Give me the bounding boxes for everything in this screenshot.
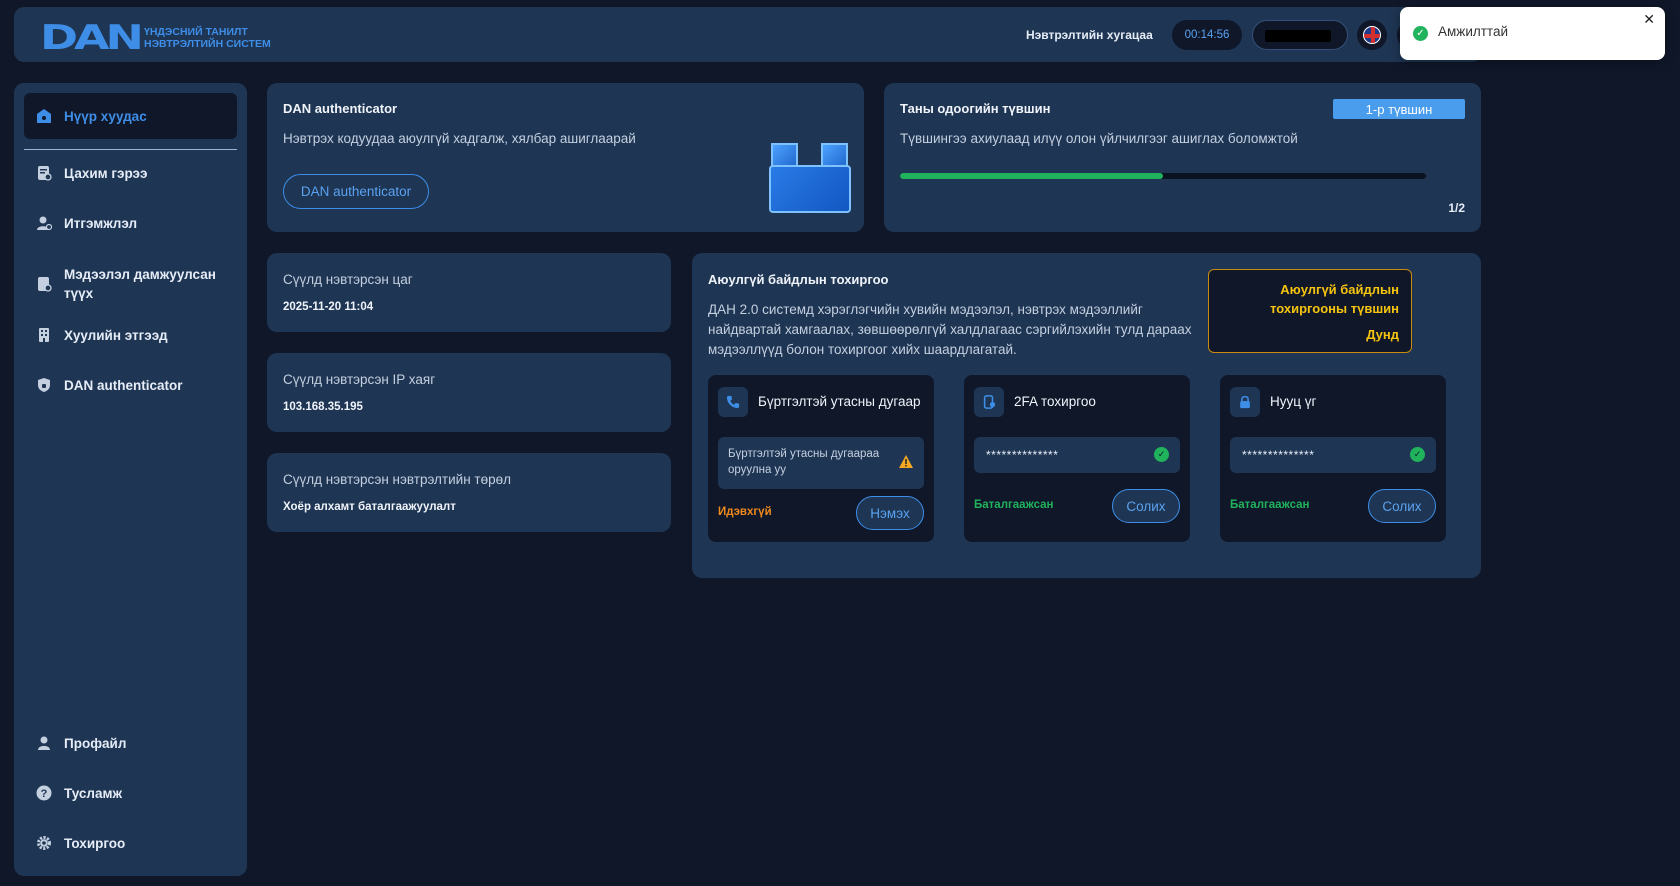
authenticator-box-illustration [769, 143, 851, 213]
add-phone-button[interactable]: Нэмэх [856, 496, 924, 530]
dan-authenticator-button[interactable]: DAN authenticator [283, 174, 429, 209]
level-card-title: Таны одоогийн түвшин [900, 101, 1051, 116]
language-button[interactable] [1357, 20, 1387, 50]
phone-status: Идэвхгүй [718, 506, 772, 518]
sidebar-item-legal-entity[interactable]: Хуулийн этгээд [24, 327, 237, 343]
last-login-type-card: Сүүлд нэвтэрсэн нэвтрэлтийн төрөл Хоёр а… [267, 453, 671, 532]
sidebar-item-settings[interactable]: Тохиргоо [24, 835, 237, 851]
toast-message: Амжилттай [1438, 24, 1508, 39]
security-level-label-1: Аюулгүй байдлын [1280, 282, 1399, 297]
phone-card-title: Бүртгэлтэй утасны дугаар [758, 394, 921, 409]
last-login-type-value: Хоёр алхамт баталгаажуулалт [283, 501, 456, 513]
home-icon [36, 108, 52, 124]
authenticator-card-title: DAN authenticator [283, 101, 398, 116]
change-twofa-button[interactable]: Солих [1112, 489, 1180, 523]
device-icon [974, 387, 1004, 417]
last-login-time-card: Сүүлд нэвтэрсэн цаг 2025-11-20 11:04 [267, 253, 671, 332]
gear-icon [36, 835, 52, 851]
help-icon: ? [36, 785, 52, 801]
level-card: Таны одоогийн түвшин 1-р түвшин Түвшингэ… [884, 83, 1481, 232]
uk-flag-icon [1363, 26, 1381, 44]
last-login-type-label: Сүүлд нэвтэрсэн нэвтрэлтийн төрөл [283, 472, 511, 487]
last-login-time-label: Сүүлд нэвтэрсэн цаг [283, 272, 413, 287]
password-field: ************** ✓ [1230, 437, 1436, 473]
twofa-card-title: 2FA тохиргоо [1014, 394, 1096, 409]
svg-text:?: ? [41, 788, 48, 800]
sidebar-item-help[interactable]: ? Тусламж [24, 785, 237, 801]
sidebar-item-proxy[interactable]: Итгэмжлэл [24, 215, 237, 231]
warning-icon [899, 455, 913, 468]
level-badge: 1-р түвшин [1333, 99, 1465, 119]
authenticator-card: DAN authenticator Нэвтрэх кодуудаа аюулг… [267, 83, 864, 232]
phone-input[interactable]: Бүртгэлтэй утасны дугаараа оруулна уу [718, 437, 924, 489]
success-toast: ✓ Амжилттай ✕ [1400, 7, 1665, 60]
sidebar-item-label: Профайл [64, 735, 127, 751]
password-card: Нууц үг ************** ✓ Баталгаажсан Со… [1220, 375, 1446, 542]
success-check-icon: ✓ [1413, 26, 1428, 41]
security-level-box: Аюулгүй байдлын тохиргооны түвшин Дунд [1208, 269, 1412, 353]
phone-card: Бүртгэлтэй утасны дугаар Бүртгэлтэй утас… [708, 375, 934, 542]
level-card-subtitle: Түвшингээ ахиулаад илүү олон үйлчилгээг … [900, 131, 1298, 146]
sidebar-item-label: Нүүр хуудас [64, 108, 147, 124]
last-login-ip-label: Сүүлд нэвтэрсэн IP хаяг [283, 372, 436, 387]
shield-icon [36, 377, 52, 393]
phone-icon [718, 387, 748, 417]
authenticator-card-subtitle: Нэвтрэх кодуудаа аюулгүй хадгалж, хялбар… [283, 131, 636, 146]
twofa-status: Баталгаажсан [974, 499, 1054, 511]
sidebar-item-label: DAN authenticator [64, 377, 183, 393]
twofa-field: ************** ✓ [974, 437, 1180, 473]
security-description: ДАН 2.0 системд хэрэглэгчийн хувийн мэдэ… [708, 302, 1192, 357]
security-title: Аюулгүй байдлын тохиргоо [708, 272, 889, 287]
level-progress-fill [900, 173, 1163, 179]
change-password-button[interactable]: Солих [1368, 489, 1436, 523]
verified-check-icon: ✓ [1154, 447, 1169, 462]
top-header: DAN ҮНДЭСНИЙ ТАНИЛТ НЭВТРЭЛТИЙН СИСТЕМ Н… [14, 7, 1482, 62]
session-timer: 00:14:56 [1172, 20, 1242, 50]
sidebar-item-label: Хуулийн этгээд [64, 327, 168, 343]
security-settings-card: Аюулгүй байдлын тохиргоо ДАН 2.0 системд… [692, 253, 1481, 578]
sidebar: Нүүр хуудас Цахим гэрээ Итгэмжлэл Мэдээл… [14, 83, 247, 876]
building-icon [36, 327, 52, 343]
last-login-time-value: 2025-11-20 11:04 [283, 301, 374, 313]
security-level-label-2: тохиргооны түвшин [1270, 301, 1399, 316]
logo-line-1: ҮНДЭСНИЙ ТАНИЛТ [144, 26, 248, 38]
verified-check-icon: ✓ [1410, 447, 1425, 462]
sidebar-item-profile[interactable]: Профайл [24, 735, 237, 751]
password-card-title: Нууц үг [1270, 394, 1317, 409]
security-level-value: Дунд [1366, 327, 1399, 342]
twofa-card: 2FA тохиргоо ************** ✓ Баталгаажс… [964, 375, 1190, 542]
sidebar-item-history[interactable]: Мэдээлэл дамжуулсан түүх [24, 265, 237, 305]
sidebar-item-label: Тусламж [64, 785, 123, 801]
logo-text: ҮНДЭСНИЙ ТАНИЛТ НЭВТРЭЛТИЙН СИСТЕМ [144, 26, 271, 50]
user-icon [36, 735, 52, 751]
toast-close-icon[interactable]: ✕ [1643, 11, 1655, 28]
sidebar-item-label: Мэдээлэл дамжуулсан түүх [64, 267, 216, 301]
redacted-username [1265, 30, 1331, 42]
sidebar-item-label: Итгэмжлэл [64, 215, 138, 231]
level-progress-text: 1/2 [1448, 201, 1465, 215]
last-login-ip-card: Сүүлд нэвтэрсэн IP хаяг 103.168.35.195 [267, 353, 671, 432]
session-label: Нэвтрэлтийн хугацаа [1026, 28, 1153, 42]
sidebar-item-home[interactable]: Нүүр хуудас [24, 93, 237, 139]
sidebar-divider [24, 149, 237, 150]
sidebar-item-contract[interactable]: Цахим гэрээ [24, 165, 237, 181]
sidebar-item-label: Тохиргоо [64, 835, 126, 851]
password-field-value: ************** [1242, 448, 1315, 462]
lock-icon [1230, 387, 1260, 417]
history-icon [36, 276, 52, 292]
level-progress-bar [900, 173, 1426, 179]
last-login-ip-value: 103.168.35.195 [283, 401, 363, 413]
user-menu-button[interactable] [1252, 20, 1348, 50]
sidebar-item-label: Цахим гэрээ [64, 165, 148, 181]
proxy-user-icon [36, 215, 52, 231]
contract-icon [36, 165, 52, 181]
password-status: Баталгаажсан [1230, 499, 1310, 511]
logo-mark: DAN [40, 18, 144, 58]
phone-input-placeholder: Бүртгэлтэй утасны дугаараа оруулна уу [728, 448, 880, 476]
sidebar-item-dan-authenticator[interactable]: DAN authenticator [24, 377, 237, 393]
twofa-field-value: ************** [986, 448, 1059, 462]
logo-line-2: НЭВТРЭЛТИЙН СИСТЕМ [144, 38, 271, 50]
logo[interactable]: DAN ҮНДЭСНИЙ ТАНИЛТ НЭВТРЭЛТИЙН СИСТЕМ [40, 21, 271, 55]
